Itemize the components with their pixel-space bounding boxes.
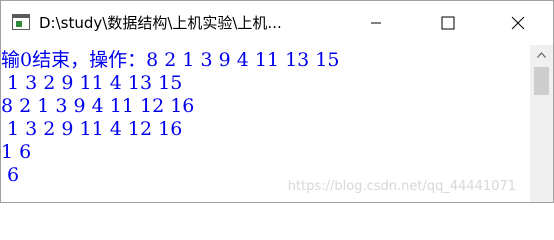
close-icon (511, 16, 525, 30)
title-bar[interactable]: D:\study\数据结构\上机实验\上机... (1, 1, 553, 45)
console-line: 8 2 1 3 9 4 11 12 16 (1, 95, 195, 117)
watermark: https://blog.csdn.net/qq_44441071 (287, 179, 516, 194)
scroll-up-button[interactable] (530, 45, 553, 65)
console-window: D:\study\数据结构\上机实验\上机... 输0结束，操作：8 2 1 3… (0, 0, 554, 203)
window-title: D:\study\数据结构\上机实验\上机... (39, 14, 282, 32)
console-line: 输0结束，操作：8 2 1 3 9 4 11 13 15 (1, 49, 340, 71)
console-line: 6 (1, 164, 20, 186)
minimize-button[interactable] (353, 1, 399, 45)
console-app-icon[interactable] (12, 14, 30, 30)
minimize-icon (371, 22, 381, 24)
console-output[interactable]: 输0结束，操作：8 2 1 3 9 4 11 13 15 1 3 2 9 11 … (1, 45, 530, 202)
close-button[interactable] (495, 1, 541, 45)
maximize-button[interactable] (425, 1, 471, 45)
console-line: 1 6 (1, 141, 32, 163)
scrollbar-thumb[interactable] (534, 67, 549, 95)
console-line: 1 3 2 9 11 4 12 16 (1, 118, 183, 140)
console-line: 1 3 2 9 11 4 13 15 (1, 72, 183, 94)
vertical-scrollbar[interactable] (530, 45, 553, 202)
maximize-icon (441, 16, 455, 30)
chevron-up-icon (537, 52, 546, 58)
